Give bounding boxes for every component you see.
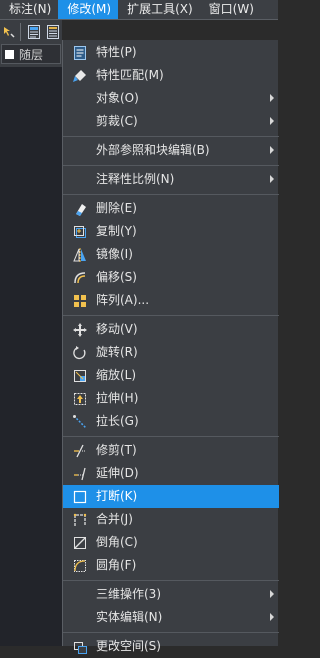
menu-separator	[63, 165, 279, 166]
mirror-icon	[73, 248, 86, 262]
modify-menu-dropdown: 特性(P) 特性匹配(M) 对象(O) 剪裁(C) 外部参照和块编辑(B) 注释…	[62, 40, 279, 654]
menu-separator	[63, 315, 279, 316]
menu-item-label: 拉长(G)	[96, 414, 139, 428]
layer-properties-icon[interactable]	[27, 24, 41, 40]
fillet-icon	[74, 560, 86, 572]
pick-tool-icon[interactable]	[2, 24, 16, 40]
lengthen-icon	[73, 415, 87, 429]
menu-separator	[63, 136, 279, 137]
change-space-icon	[74, 642, 87, 654]
toolbar-row	[0, 21, 62, 43]
menu-extension-tools[interactable]: 扩展工具(X)	[118, 0, 200, 19]
menu-item-rotate[interactable]: 旋转(R)	[63, 341, 279, 364]
menu-item-label: 圆角(F)	[96, 558, 137, 572]
move-icon	[73, 323, 87, 337]
menu-item-label: 缩放(L)	[96, 368, 137, 382]
menu-item-label: 修剪(T)	[96, 443, 137, 457]
submenu-arrow-icon	[270, 590, 274, 598]
menu-item-xref-block-edit[interactable]: 外部参照和块编辑(B)	[63, 139, 279, 162]
menu-window[interactable]: 窗口(W)	[200, 0, 261, 19]
menu-item-label: 复制(Y)	[96, 224, 137, 238]
trim-icon	[74, 444, 86, 458]
menu-item-label: 三维操作(3)	[96, 587, 161, 601]
submenu-arrow-icon	[270, 94, 274, 102]
extend-icon	[74, 467, 86, 481]
menu-item-label: 打断(K)	[96, 489, 138, 503]
menu-item-break[interactable]: 打断(K)	[63, 485, 279, 508]
break-icon	[73, 490, 87, 504]
submenu-arrow-icon	[270, 117, 274, 125]
menu-item-label: 移动(V)	[96, 322, 138, 336]
menu-item-copy[interactable]: 复制(Y)	[63, 220, 279, 243]
menu-item-label: 删除(E)	[96, 201, 137, 215]
color-swatch	[5, 49, 14, 59]
menu-item-label: 剪裁(C)	[96, 114, 138, 128]
menu-separator	[63, 580, 279, 581]
menu-item-solid-editing[interactable]: 实体编辑(N)	[63, 606, 279, 629]
menu-item-label: 注释性比例(N)	[96, 172, 175, 186]
menu-item-label: 延伸(D)	[96, 466, 139, 480]
layer-combo[interactable]: 随层	[1, 44, 61, 64]
submenu-arrow-icon	[270, 613, 274, 621]
menu-item-annotation-scale[interactable]: 注释性比例(N)	[63, 168, 279, 191]
offset-icon	[74, 272, 86, 284]
submenu-arrow-icon	[270, 146, 274, 154]
submenu-arrow-icon	[270, 175, 274, 183]
layer-combo-value: 随层	[19, 47, 44, 62]
menu-item-scale[interactable]: 缩放(L)	[63, 364, 279, 387]
menu-item-label: 倒角(C)	[96, 535, 138, 549]
menu-item-fillet[interactable]: 圆角(F)	[63, 554, 279, 577]
menu-item-label: 实体编辑(N)	[96, 610, 163, 624]
menu-bar: 标注(N) 修改(M) 扩展工具(X) 窗口(W)	[0, 0, 278, 20]
join-icon	[73, 513, 87, 526]
menu-item-label: 镜像(I)	[96, 247, 133, 261]
copy-icon	[74, 226, 86, 238]
menu-item-3d-operations[interactable]: 三维操作(3)	[63, 583, 279, 606]
menu-item-chamfer[interactable]: 倒角(C)	[63, 531, 279, 554]
menu-item-trim[interactable]: 修剪(T)	[63, 439, 279, 462]
menu-dimension[interactable]: 标注(N)	[0, 0, 58, 19]
erase-icon	[76, 204, 86, 216]
menu-item-label: 对象(O)	[96, 91, 139, 105]
menu-item-label: 特性匹配(M)	[96, 68, 164, 82]
scale-icon	[74, 370, 86, 382]
menu-item-label: 偏移(S)	[96, 270, 137, 284]
menu-separator	[63, 632, 279, 633]
menu-item-properties[interactable]: 特性(P)	[63, 41, 279, 64]
menu-item-label: 拉伸(H)	[96, 391, 139, 405]
menu-item-label: 更改空间(S)	[96, 639, 161, 653]
layer-states-icon[interactable]	[46, 24, 60, 40]
menu-item-label: 旋转(R)	[96, 345, 138, 359]
menu-item-label: 外部参照和块编辑(B)	[96, 143, 210, 157]
menu-item-object[interactable]: 对象(O)	[63, 87, 279, 110]
menu-separator	[63, 194, 279, 195]
drawing-area[interactable]	[0, 67, 62, 646]
menu-item-array[interactable]: 阵列(A)...	[63, 289, 279, 312]
menu-item-mirror[interactable]: 镜像(I)	[63, 243, 279, 266]
menu-item-move[interactable]: 移动(V)	[63, 318, 279, 341]
menu-item-match-properties[interactable]: 特性匹配(M)	[63, 64, 279, 87]
stretch-icon	[74, 393, 86, 405]
menu-item-label: 特性(P)	[96, 45, 137, 59]
menu-item-join[interactable]: 合并(J)	[63, 508, 279, 531]
menu-item-offset[interactable]: 偏移(S)	[63, 266, 279, 289]
array-icon	[74, 295, 86, 307]
menu-item-clip[interactable]: 剪裁(C)	[63, 110, 279, 133]
chamfer-icon	[74, 537, 86, 549]
menu-item-label: 阵列(A)...	[96, 293, 150, 307]
menu-item-change-space[interactable]: 更改空间(S)	[63, 635, 279, 658]
menu-item-label: 合并(J)	[96, 512, 133, 526]
menu-item-extend[interactable]: 延伸(D)	[63, 462, 279, 485]
menu-item-lengthen[interactable]: 拉长(G)	[63, 410, 279, 433]
menu-modify[interactable]: 修改(M)	[58, 0, 119, 19]
menu-item-stretch[interactable]: 拉伸(H)	[63, 387, 279, 410]
match-properties-icon	[73, 70, 86, 82]
menu-separator	[63, 436, 279, 437]
properties-icon	[74, 46, 86, 60]
rotate-icon	[73, 346, 86, 360]
menu-item-erase[interactable]: 删除(E)	[63, 197, 279, 220]
